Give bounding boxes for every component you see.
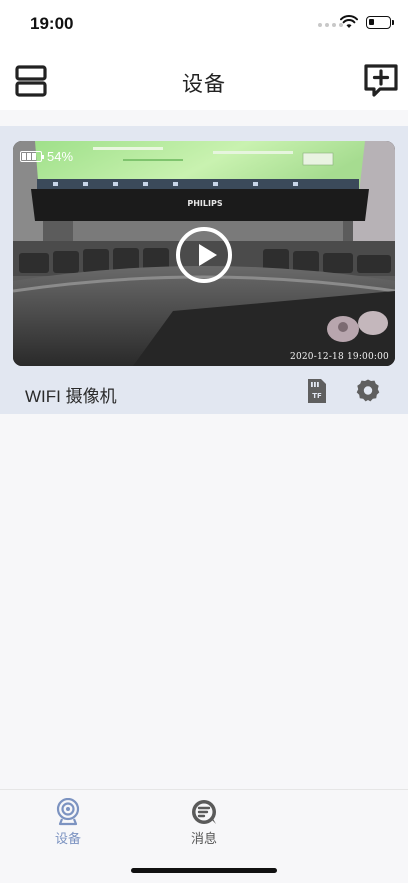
play-icon[interactable]	[176, 227, 232, 283]
add-device-button[interactable]	[363, 63, 399, 99]
nav-bar: 设备	[0, 50, 408, 110]
monitor-brand: PHILIPS	[187, 199, 222, 208]
sd-card-icon: TF	[308, 379, 326, 403]
tab-devices[interactable]: 设备	[38, 798, 98, 850]
camera-preview[interactable]: PHILIPS 54% 2020-12-18 19:00:00	[13, 141, 395, 366]
camera-battery-icon	[20, 151, 44, 162]
add-device-icon	[364, 64, 398, 97]
page-title: 设备	[182, 73, 226, 96]
device-name: WIFI 摄像机	[25, 387, 117, 406]
home-indicator[interactable]	[131, 868, 277, 873]
gear-icon	[356, 379, 380, 402]
camera-battery: 54%	[20, 149, 73, 164]
preview-timestamp: 2020-12-18 19:00:00	[290, 352, 389, 362]
tab-messages-label: 消息	[190, 831, 217, 846]
status-time: 19:00	[30, 14, 74, 33]
tf-label: TF	[312, 392, 322, 400]
message-icon	[192, 800, 216, 824]
tf-card-button[interactable]: TF	[306, 378, 328, 404]
tab-devices-label: 设备	[54, 831, 81, 846]
battery-icon	[366, 16, 394, 29]
wifi-icon	[340, 15, 358, 28]
camera-battery-percent: 54%	[47, 149, 74, 164]
settings-button[interactable]	[355, 378, 381, 404]
camera-icon	[56, 798, 80, 826]
status-bar: 19:00	[0, 0, 408, 50]
device-card[interactable]: PHILIPS 54% 2020-12-18 19:00:00 WIFI 摄像机…	[0, 126, 408, 414]
tab-messages[interactable]: 消息	[174, 798, 234, 850]
